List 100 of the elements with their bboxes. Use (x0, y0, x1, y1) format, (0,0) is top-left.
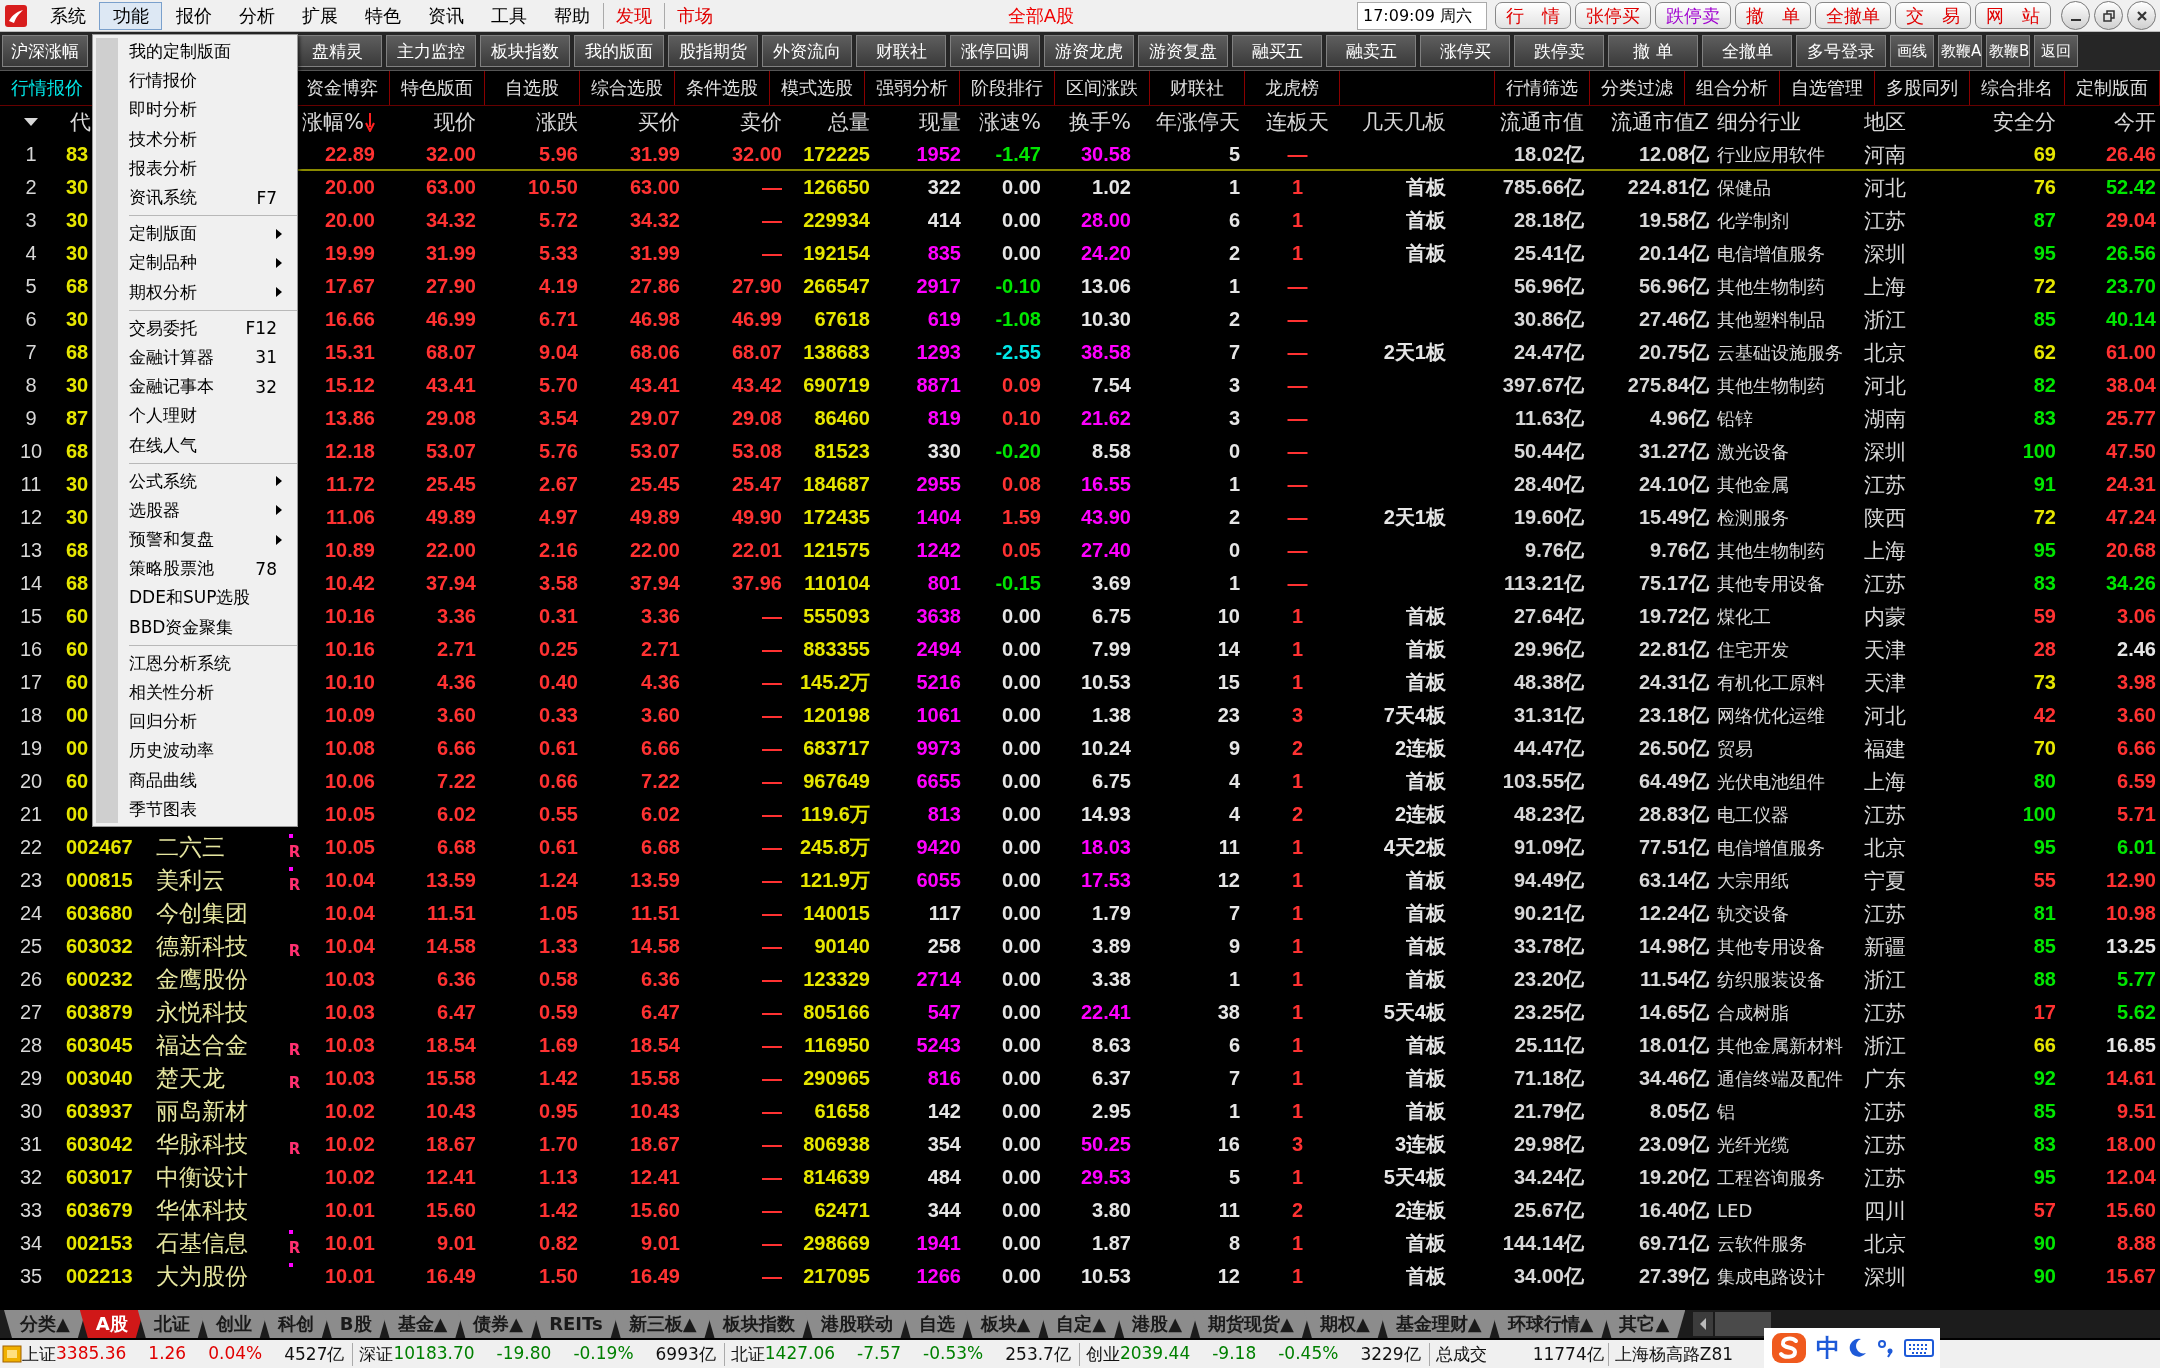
column-header[interactable]: 地区 (1860, 108, 1970, 136)
view-tab[interactable]: 自选股 (485, 71, 580, 105)
column-header[interactable]: 现量 (874, 108, 965, 136)
ime-mode[interactable]: 中 (1816, 1332, 1840, 1364)
toolbar-button[interactable]: 涨停买 (1420, 35, 1510, 67)
toolbar-button[interactable]: 游资龙虎 (1044, 35, 1134, 67)
toolbar-button[interactable]: 游资复盘 (1138, 35, 1228, 67)
view-tab[interactable]: 区间涨跌 (1055, 71, 1150, 105)
close-button[interactable] (2127, 1, 2156, 30)
menu-item[interactable]: 功能 (99, 1, 162, 30)
menu-option[interactable]: 选股器 (93, 495, 297, 525)
menu-option[interactable]: 预警和复盘 (93, 525, 297, 555)
menu-option[interactable]: 在线人气 (93, 430, 297, 460)
menu-option[interactable]: 历史波动率 (93, 736, 297, 766)
menu-option[interactable]: 相关性分析 (93, 677, 297, 708)
view-tab[interactable]: 分类过滤 (1590, 71, 1685, 105)
menu-option[interactable]: 技术分析 (93, 124, 297, 154)
scrollbar-thumb[interactable] (1715, 1312, 1772, 1336)
toolbar-button[interactable]: 涨停回调 (950, 35, 1040, 67)
toolbar-button[interactable]: 板块指数 (480, 35, 570, 67)
menu-item[interactable]: 分析 (225, 1, 288, 30)
column-header[interactable]: 涨跌 (480, 108, 582, 136)
keyboard-icon[interactable] (1904, 1337, 1934, 1359)
view-tab[interactable]: 行情筛选 (1495, 71, 1590, 105)
menu-option[interactable]: 回归分析 (93, 707, 297, 737)
toolbar-button[interactable]: 外资流向 (762, 35, 852, 67)
market-tab[interactable]: 其它▲ (1603, 1310, 1686, 1338)
menu-item[interactable]: 系统 (36, 1, 99, 30)
scroll-left-icon[interactable] (1693, 1312, 1714, 1336)
view-tab[interactable]: 条件选股 (675, 71, 770, 105)
view-tab[interactable]: 多股同列 (1875, 71, 1970, 105)
toolbar-button[interactable]: 主力监控 (386, 35, 476, 67)
ime-logo-icon[interactable] (1770, 1331, 1808, 1365)
menu-option[interactable]: 期权分析 (93, 277, 297, 307)
menu-item[interactable]: 资讯 (414, 1, 477, 30)
toolbar-button[interactable]: 我的版面 (574, 35, 664, 67)
menu-option[interactable]: 报表分析 (93, 153, 297, 183)
menu-option[interactable]: 金融计算器 31 (93, 342, 297, 373)
menu-option[interactable]: 公式系统 (93, 466, 297, 496)
toolbar-button[interactable]: 财联社 (856, 35, 946, 67)
dropdown-icon[interactable] (23, 117, 39, 127)
toolbar-button[interactable]: 股指期货 (668, 35, 758, 67)
toolbar-button[interactable]: 画线 (1890, 35, 1934, 67)
view-tab[interactable]: 模式选股 (770, 71, 865, 105)
view-tab[interactable]: 财联社 (1150, 71, 1245, 105)
trade-button[interactable]: 撤 单 (1735, 2, 1811, 29)
menu-option[interactable]: BBD资金聚集 (93, 612, 297, 642)
column-header[interactable]: 今开 (2060, 108, 2160, 136)
menu-item[interactable]: 扩展 (288, 1, 351, 30)
menu-link[interactable]: 市场 (664, 2, 725, 29)
menu-option[interactable]: 定制品种 (93, 248, 297, 278)
view-tab[interactable]: 强弱分析 (865, 71, 960, 105)
restore-button[interactable] (2094, 1, 2123, 30)
toolbar-button[interactable]: 教鞭A (1938, 35, 1982, 67)
toolbar-button[interactable]: 返回 (2034, 35, 2078, 67)
menu-option[interactable]: DDE和SUP选股 (93, 583, 297, 613)
view-tab[interactable]: 综合排名 (1970, 71, 2065, 105)
column-header[interactable]: 几天几板 (1351, 108, 1450, 136)
view-tab[interactable]: 阶段排行 (960, 71, 1055, 105)
trade-button[interactable]: 跌停卖 (1655, 2, 1731, 29)
column-header[interactable]: 安全分 (1970, 108, 2060, 136)
menu-option[interactable]: 交易委托 F12 (93, 313, 297, 343)
menu-item[interactable]: 帮助 (540, 1, 603, 30)
column-header[interactable]: 卖价 (684, 108, 786, 136)
column-header[interactable]: 买价 (582, 108, 684, 136)
view-tab[interactable]: 特色版面 (390, 71, 485, 105)
view-tab[interactable]: 自选管理 (1780, 71, 1875, 105)
view-tab[interactable]: 定制版面 (2065, 71, 2160, 105)
view-tab[interactable]: 龙虎榜 (1245, 71, 1340, 105)
toolbar-button[interactable]: 跌停卖 (1514, 35, 1604, 67)
menu-option[interactable]: 资讯系统 F7 (93, 182, 297, 213)
toolbar-button[interactable]: 多号登录 (1796, 35, 1886, 67)
toolbar-button[interactable]: 全撤单 (1702, 35, 1792, 67)
menu-option[interactable]: 定制版面 (93, 219, 297, 249)
trade-button[interactable]: 网 站 (1975, 2, 2051, 29)
menu-option[interactable]: 策略股票池 78 (93, 554, 297, 584)
minimize-button[interactable] (2061, 1, 2090, 30)
trade-button[interactable]: 张停买 (1575, 2, 1651, 29)
trade-button[interactable]: 行 情 (1495, 2, 1571, 29)
menu-option[interactable]: 商品曲线 (93, 765, 297, 795)
toolbar-button[interactable]: 融买五 (1232, 35, 1322, 67)
column-header[interactable]: 流通市值Z (1588, 108, 1713, 136)
moon-icon[interactable] (1848, 1337, 1868, 1359)
menu-option[interactable]: 个人理财 (93, 401, 297, 431)
trade-button[interactable]: 交 易 (1895, 2, 1971, 29)
toolbar-button[interactable]: 教鞭B (1986, 35, 2030, 67)
column-header[interactable]: 涨速% (965, 108, 1045, 136)
view-tab[interactable]: 组合分析 (1685, 71, 1780, 105)
column-header[interactable]: 现价 (379, 108, 480, 136)
menu-option[interactable]: 季节图表 (93, 794, 297, 824)
toolbar-button[interactable]: 撤 单 (1608, 35, 1698, 67)
menu-option[interactable]: 金融记事本 32 (93, 372, 297, 402)
view-tab[interactable]: 综合选股 (580, 71, 675, 105)
column-header[interactable]: 年涨停天 (1135, 108, 1244, 136)
column-header[interactable]: 换手% (1045, 108, 1135, 136)
menu-option[interactable]: 江恩分析系统 (93, 648, 297, 678)
toolbar-button[interactable]: 融卖五 (1326, 35, 1416, 67)
column-header[interactable]: 连板天 (1244, 108, 1351, 136)
menu-item[interactable]: 报价 (162, 1, 225, 30)
trade-button[interactable]: 全撤单 (1815, 2, 1891, 29)
